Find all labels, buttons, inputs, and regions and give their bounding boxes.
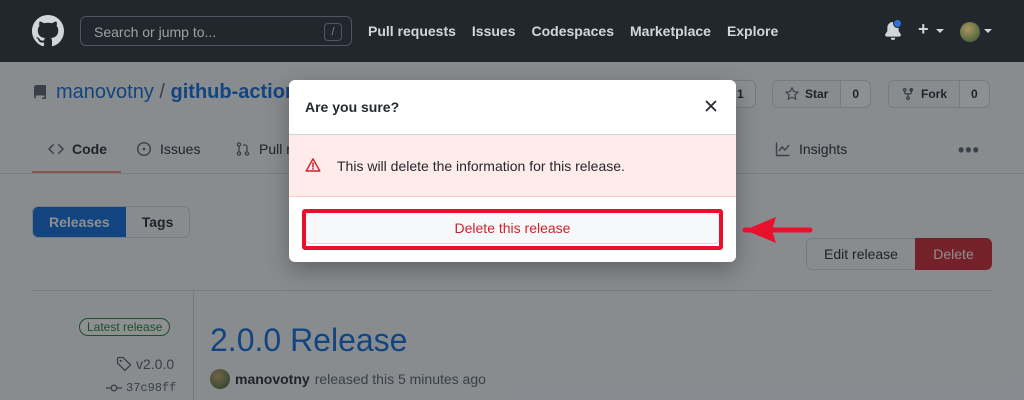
dialog-warning-banner: This will delete the information for thi…	[289, 135, 736, 197]
dialog-warning-text: This will delete the information for thi…	[337, 158, 625, 174]
header-dim-overlay	[0, 0, 1024, 62]
dialog-header: Are you sure?	[289, 80, 736, 135]
annotation-highlight-box	[302, 209, 723, 250]
alert-icon	[305, 158, 321, 172]
annotation-arrow-icon	[742, 217, 813, 243]
close-icon[interactable]	[704, 99, 718, 113]
dialog-title: Are you sure?	[305, 99, 400, 115]
